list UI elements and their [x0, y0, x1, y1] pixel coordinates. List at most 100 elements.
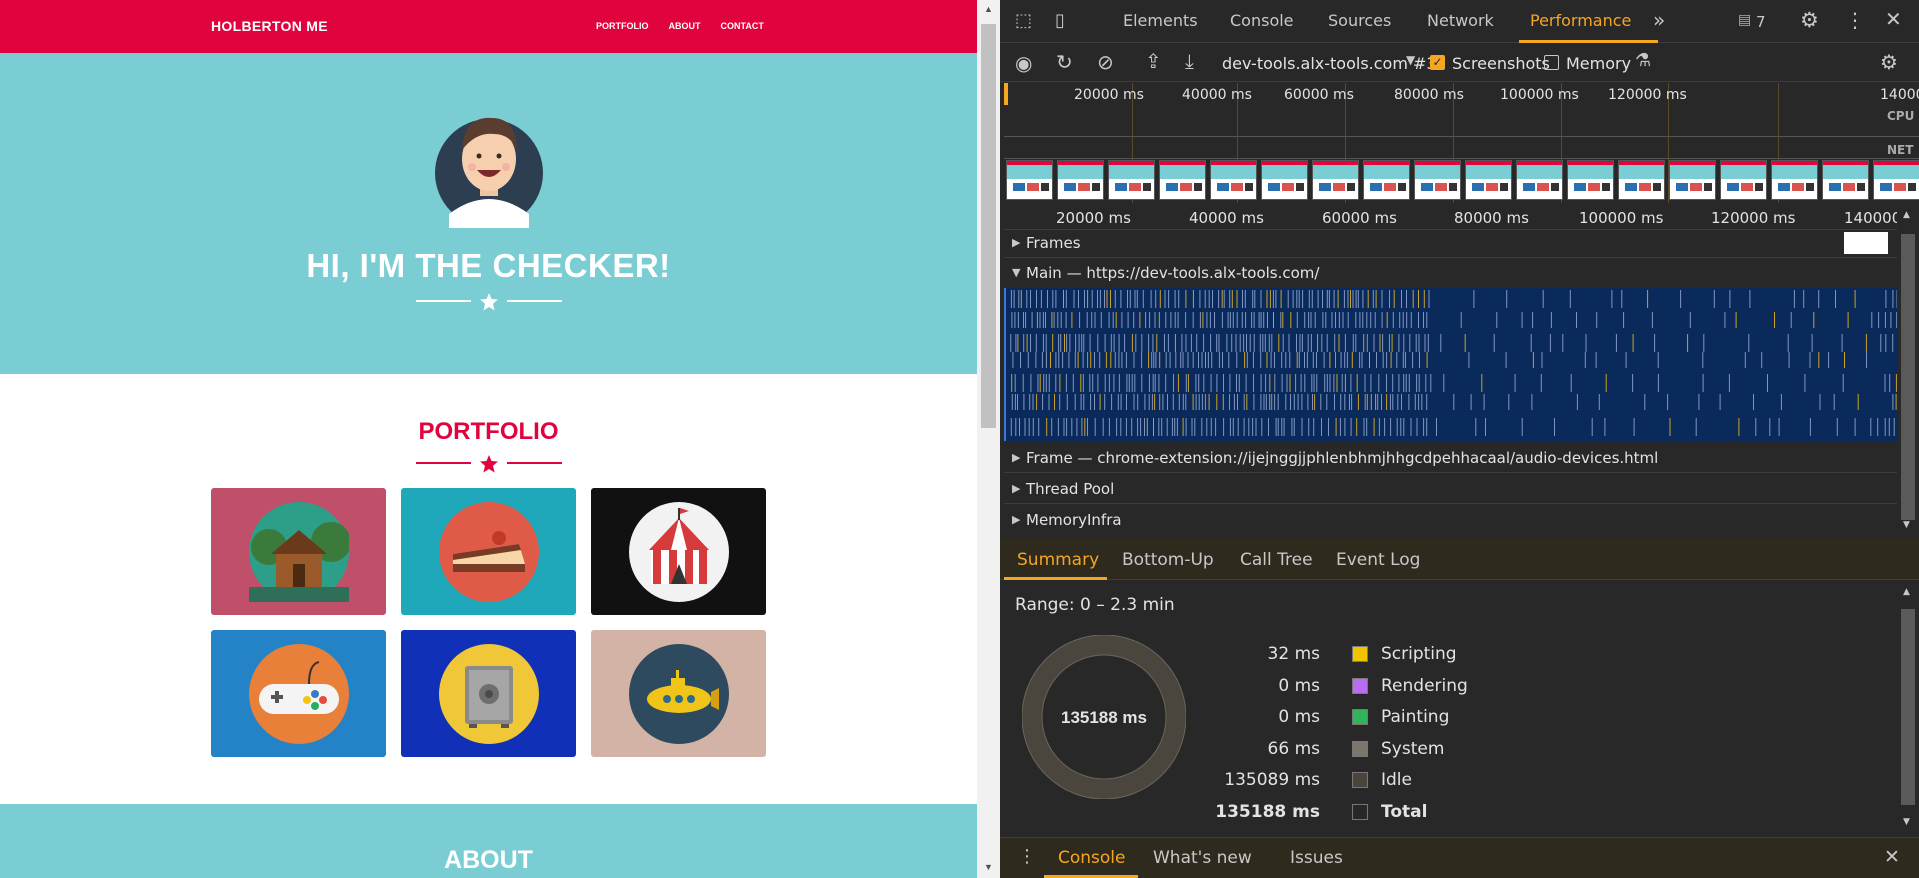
- track-thread-pool[interactable]: ▶ Thread Pool: [1004, 474, 1897, 504]
- devtools-tabbar: ⬚ ▯ Elements Console Sources Network Per…: [1000, 0, 1919, 43]
- track-frames[interactable]: ▶ Frames: [1004, 228, 1897, 258]
- summary-scrollbar-thumb[interactable]: [1901, 609, 1915, 805]
- track-main-label: Main — https://dev-tools.alx-tools.com/: [1026, 264, 1320, 282]
- overview-tick: 14000: [1880, 87, 1919, 103]
- more-options-icon[interactable]: ⋮: [1845, 8, 1865, 32]
- track-memoryinfra[interactable]: ▶ MemoryInfra: [1004, 505, 1897, 535]
- expand-chevron-icon[interactable]: ▶: [1012, 482, 1020, 495]
- capture-settings-icon[interactable]: ⚙: [1880, 50, 1898, 74]
- overview-tick: 100000 ms: [1500, 87, 1579, 103]
- device-toolbar-icon[interactable]: ▯: [1055, 10, 1065, 31]
- active-tab-underline: [1519, 40, 1658, 43]
- target-dropdown-chevron-icon[interactable]: ▼: [1406, 53, 1415, 67]
- screenshots-checkbox[interactable]: ✓: [1430, 55, 1445, 70]
- inspect-element-icon[interactable]: ⬚: [1015, 10, 1032, 31]
- portfolio-tile-cabin[interactable]: [211, 488, 386, 615]
- memory-checkbox[interactable]: [1544, 55, 1559, 70]
- collapse-chevron-icon[interactable]: ▼: [1012, 266, 1020, 279]
- ruler-tick: 20000 ms: [1056, 209, 1131, 227]
- scroll-down-arrow-icon[interactable]: ▼: [984, 862, 993, 872]
- tab-elements[interactable]: Elements: [1123, 11, 1198, 30]
- tab-console[interactable]: Console: [1230, 11, 1294, 30]
- tab-summary[interactable]: Summary: [1017, 550, 1099, 570]
- website-viewport: HOLBERTON ME PORTFOLIO ABOUT CONTACT HI,…: [0, 0, 977, 878]
- tab-event-log[interactable]: Event Log: [1336, 550, 1420, 570]
- summary-value: 135089 ms: [1224, 770, 1320, 790]
- close-devtools-icon[interactable]: ✕: [1885, 7, 1902, 31]
- portfolio-star-divider: [416, 455, 562, 473]
- cabin-icon: [248, 501, 349, 602]
- download-profile-icon[interactable]: ⤓: [1185, 49, 1194, 73]
- tab-sources[interactable]: Sources: [1328, 11, 1391, 30]
- page-scrollbar[interactable]: ▲ ▼: [977, 0, 1000, 878]
- summary-range: Range: 0 – 2.3 min: [1015, 595, 1175, 615]
- drawer-menu-icon[interactable]: ⋮: [1018, 846, 1036, 867]
- screenshot-strip[interactable]: [1006, 160, 1919, 202]
- site-navbar: HOLBERTON ME PORTFOLIO ABOUT CONTACT: [0, 0, 977, 53]
- legend-swatch: [1352, 646, 1368, 662]
- performance-toolbar: ◉ ↻ ⊘ ⇪ ⤓ dev-tools.alx-tools.com #3 ▼ ✓…: [1000, 44, 1919, 82]
- tab-network[interactable]: Network: [1427, 11, 1494, 30]
- portfolio-tile-submarine[interactable]: [591, 630, 766, 757]
- ruler-tick: 140000: [1844, 209, 1902, 227]
- issues-badge-icon[interactable]: ▤: [1738, 12, 1751, 28]
- timeline-scrollbar-thumb[interactable]: [1901, 234, 1915, 520]
- overview-left-handle[interactable]: [1004, 83, 1008, 105]
- upload-profile-icon[interactable]: ⇪: [1145, 49, 1162, 73]
- portfolio-tile-safe[interactable]: [401, 630, 576, 757]
- tab-performance[interactable]: Performance: [1530, 11, 1631, 30]
- scroll-up-arrow-icon[interactable]: ▲: [1903, 587, 1910, 597]
- site-nav-links: PORTFOLIO ABOUT CONTACT: [596, 21, 764, 31]
- cake-icon: [438, 501, 539, 602]
- legend-swatch: [1352, 709, 1368, 725]
- drawer-tab-console[interactable]: Console: [1058, 848, 1126, 868]
- nav-link-about[interactable]: ABOUT: [669, 21, 701, 31]
- summary-label: Rendering: [1381, 676, 1468, 696]
- timeline-ruler: 20000 ms 40000 ms 60000 ms 80000 ms 1000…: [1004, 204, 1919, 230]
- main-flame-chart[interactable]: [1004, 288, 1897, 441]
- ruler-tick: 100000 ms: [1579, 209, 1664, 227]
- overview-tick: 60000 ms: [1284, 87, 1354, 103]
- portfolio-tile-controller[interactable]: [211, 630, 386, 757]
- close-drawer-icon[interactable]: ✕: [1884, 846, 1900, 868]
- page-scrollbar-thumb[interactable]: [981, 24, 996, 428]
- tab-bottom-up[interactable]: Bottom-Up: [1122, 550, 1214, 570]
- issues-count[interactable]: 7: [1756, 13, 1766, 31]
- portfolio-tile-cake[interactable]: [401, 488, 576, 615]
- hero-title: HI, I'M THE CHECKER!: [306, 247, 671, 284]
- screenshots-label: Screenshots: [1452, 54, 1550, 73]
- drawer-tab-whats-new[interactable]: What's new: [1153, 848, 1252, 868]
- scroll-up-arrow-icon[interactable]: ▲: [984, 4, 993, 14]
- legend-swatch: [1352, 741, 1368, 757]
- overview-tick: 40000 ms: [1182, 87, 1252, 103]
- portfolio-tile-circus[interactable]: [591, 488, 766, 615]
- nav-link-portfolio[interactable]: PORTFOLIO: [596, 21, 649, 31]
- tab-call-tree[interactable]: Call Tree: [1240, 550, 1313, 570]
- active-tab-underline: [1004, 577, 1107, 580]
- track-main[interactable]: ▼ Main — https://dev-tools.alx-tools.com…: [1004, 258, 1897, 288]
- expand-chevron-icon[interactable]: ▶: [1012, 236, 1020, 249]
- timeline-scrollbar[interactable]: ▲ ▼: [1897, 204, 1919, 537]
- settings-gear-icon[interactable]: ⚙: [1800, 8, 1819, 32]
- more-tabs-chevron-icon[interactable]: »: [1653, 8, 1665, 32]
- target-select[interactable]: dev-tools.alx-tools.com #3: [1222, 54, 1437, 73]
- scroll-down-arrow-icon[interactable]: ▼: [1903, 520, 1910, 530]
- clear-icon[interactable]: ⊘: [1097, 50, 1114, 74]
- summary-value: 32 ms: [1267, 644, 1320, 664]
- scroll-down-arrow-icon[interactable]: ▼: [1903, 817, 1910, 827]
- track-frame-extension[interactable]: ▶ Frame — chrome-extension://ijejnggjjph…: [1004, 443, 1897, 473]
- garbage-collect-icon[interactable]: ⚗: [1635, 50, 1651, 71]
- track-frames-label: Frames: [1026, 234, 1081, 252]
- expand-chevron-icon[interactable]: ▶: [1012, 513, 1020, 526]
- nav-link-contact[interactable]: CONTACT: [721, 21, 764, 31]
- scroll-up-arrow-icon[interactable]: ▲: [1903, 210, 1910, 220]
- record-icon[interactable]: ◉: [1015, 51, 1032, 75]
- console-drawer-tabbar: ⋮ Console What's new Issues ✕: [1000, 837, 1919, 878]
- donut-total-text: 135188 ms: [1061, 708, 1147, 727]
- reload-record-icon[interactable]: ↻: [1056, 50, 1073, 74]
- site-brand[interactable]: HOLBERTON ME: [211, 18, 328, 34]
- summary-scrollbar[interactable]: ▲ ▼: [1897, 581, 1919, 836]
- expand-chevron-icon[interactable]: ▶: [1012, 451, 1020, 464]
- track-thread-pool-label: Thread Pool: [1026, 480, 1115, 498]
- drawer-tab-issues[interactable]: Issues: [1290, 848, 1343, 868]
